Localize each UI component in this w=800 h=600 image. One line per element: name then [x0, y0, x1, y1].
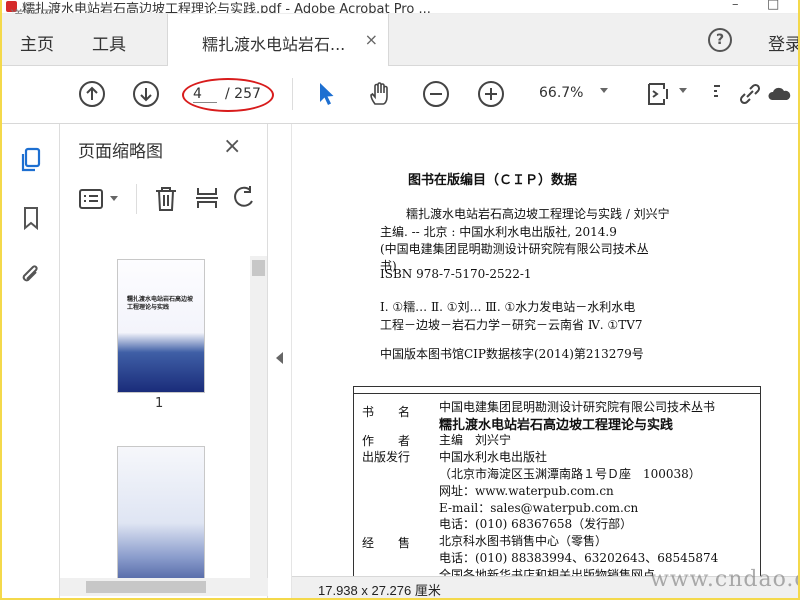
bookmark-icon: [24, 207, 38, 231]
cip-line: (中国电建集团昆明勘测设计研究院有限公司技术丛: [380, 242, 649, 256]
acrobat-window: 糯扎渡水电站岩石高边坡工程理论与实践.pdf - Adobe Acrobat P…: [2, 0, 798, 598]
plus-circle-icon: [478, 81, 504, 107]
page-dimensions: 17.938 x 27.276 厘米: [318, 583, 441, 598]
table-row-value: 全国各地新华书店和相关出版物销售网点: [439, 568, 656, 576]
minus-circle-icon: [423, 81, 449, 107]
menu-home[interactable]: 主页: [20, 30, 54, 55]
navigation-rail: [2, 124, 60, 598]
collapse-arrow-icon: [276, 352, 283, 364]
zoom-out-button[interactable]: [420, 78, 452, 110]
thumbnail-page-label: 1: [155, 396, 164, 411]
toolbar-divider: [292, 78, 293, 110]
table-row-label: 出版发行: [362, 450, 411, 464]
pdf-page: 图书在版编目（ＣＩＰ）数据 糯扎渡水电站岩石高边坡工程理论与实践 / 刘兴宁 主…: [292, 124, 798, 576]
table-row-value: 主编 刘兴宁: [439, 433, 512, 447]
hand-tool-button[interactable]: [364, 78, 396, 110]
fit-page-icon: [648, 83, 668, 105]
cip-line: 主编. -- 北京 : 中国水利水电出版社, 2014.9: [380, 225, 617, 239]
panel-collapse-handle[interactable]: [268, 124, 292, 598]
tab-close-icon[interactable]: ×: [365, 30, 378, 49]
table-row-value: 电话：(010) 68367658（发行部）: [439, 517, 633, 531]
paperclip-icon: [22, 265, 38, 282]
panel-divider: [136, 184, 137, 214]
menu-bar: 主页 工具 糯扎渡水电站岩石... × ? 登录: [2, 14, 798, 66]
thumbnail-vertical-scrollbar[interactable]: [250, 256, 267, 578]
link-tool-button[interactable]: [734, 78, 766, 110]
rotate-icon[interactable]: [232, 184, 258, 212]
table-row-value: （北京市海淀区玉渊潭南路１号Ｄ座 100038）: [439, 467, 701, 481]
cip-line: Ⅰ. ①糯… Ⅱ. ①刘… Ⅲ. ①水力发电站－水利水电: [380, 300, 636, 314]
thumbnail-horizontal-scrollbar[interactable]: [60, 578, 268, 596]
table-row-label: 作 者: [362, 434, 411, 448]
thumbnail-page-2[interactable]: [117, 446, 205, 578]
help-icon[interactable]: ?: [708, 28, 732, 52]
table-row-value: 中国水利水电出版社: [439, 450, 548, 464]
document-view[interactable]: 图书在版编目（ＣＩＰ）数据 糯扎渡水电站岩石高边坡工程理论与实践 / 刘兴宁 主…: [292, 124, 798, 576]
table-row-label: 书 名: [362, 405, 411, 419]
select-tool-button[interactable]: [310, 78, 342, 110]
panel-toolbar: [60, 176, 268, 222]
scrollbar-thumb[interactable]: [252, 260, 265, 276]
fit-page-button[interactable]: [642, 78, 674, 110]
hand-icon: [370, 82, 388, 105]
minimize-button[interactable]: –: [732, 0, 739, 12]
comment-icon: [714, 85, 720, 97]
document-tab-label: 糯扎渡水电站岩石...: [202, 35, 346, 54]
cip-line: 工程－边坡－岩石力学－研究－云南省 Ⅳ. ①TV7: [380, 318, 643, 332]
next-page-button[interactable]: [130, 78, 162, 110]
arrow-down-circle-icon: [133, 81, 159, 107]
window-title: 糯扎渡水电站岩石高边坡工程理论与实践.pdf - Adobe Acrobat P…: [22, 2, 431, 14]
trash-icon[interactable]: [153, 184, 179, 212]
previous-page-button[interactable]: [76, 78, 108, 110]
panel-close-icon[interactable]: ×: [223, 134, 241, 159]
chevron-down-icon[interactable]: [110, 196, 118, 201]
comment-tool-button[interactable]: [702, 78, 734, 110]
cloud-button[interactable]: [764, 78, 796, 110]
panel-title: 页面缩略图: [78, 142, 163, 162]
attachments-button[interactable]: [17, 260, 45, 288]
page-thumbnails-button[interactable]: [17, 146, 45, 174]
document-tab[interactable]: 糯扎渡水电站岩石... ×: [167, 14, 389, 66]
thumbnail-list: 糯扎渡水电站岩石高边坡工程理论与实践 1: [60, 256, 250, 578]
cursor-arrow-icon: [320, 83, 334, 105]
publication-info-table: 书 名 中国电建集团昆明勘测设计研究院有限公司技术丛书 糯扎渡水电站岩石高边坡工…: [353, 386, 761, 576]
cip-line: ISBN 978-7-5170-2522-1: [380, 267, 532, 281]
table-row-value: 电话：(010) 88383994、63202643、68545874: [439, 551, 719, 565]
bookmarks-button[interactable]: [17, 204, 45, 232]
title-bar: 糯扎渡水电站岩石高边坡工程理论与实践.pdf - Adobe Acrobat P…: [2, 0, 798, 14]
table-row-value: 网址：www.waterpub.com.cn: [439, 484, 614, 498]
chevron-down-icon[interactable]: [600, 88, 608, 93]
thumbnail-cover-title: 糯扎渡水电站岩石高边坡工程理论与实践: [127, 296, 194, 311]
link-icon: [739, 83, 761, 105]
table-row-label: 经 售: [362, 536, 411, 550]
thumbnail-page-1[interactable]: 糯扎渡水电站岩石高边坡工程理论与实践: [117, 259, 205, 393]
zoom-in-button[interactable]: [475, 78, 507, 110]
page-number-highlight: [182, 78, 274, 112]
cip-line: 糯扎渡水电站岩石高边坡工程理论与实践 / 刘兴宁: [406, 207, 670, 221]
table-row-value: 北京科水图书销售中心（零售）: [439, 534, 608, 548]
watermark-bottom: www.cndao.com: [650, 567, 798, 592]
table-rule: [354, 393, 760, 394]
cloud-icon: [768, 87, 791, 100]
chevron-down-icon[interactable]: [679, 88, 687, 93]
insert-pages-icon[interactable]: [194, 184, 220, 212]
thumbnail-panel: 页面缩略图 × 糯扎渡水电站岩石高边坡工程理论与实践 1: [60, 124, 268, 598]
cip-heading: 图书在版编目（ＣＩＰ）数据: [408, 173, 578, 188]
pages-icon: [21, 147, 41, 172]
toolbar: 4 / 257 66.7%: [2, 66, 798, 124]
zoom-level-dropdown[interactable]: 66.7%: [539, 85, 583, 101]
scrollbar-thumb[interactable]: [86, 581, 206, 593]
table-row-value: 中国电建集团昆明勘测设计研究院有限公司技术丛书: [439, 400, 716, 414]
arrow-up-circle-icon: [79, 81, 105, 107]
cip-line: 中国版本图书馆CIP数据核字(2014)第213279号: [380, 347, 644, 361]
menu-tools[interactable]: 工具: [92, 30, 126, 55]
login-link[interactable]: 登录: [768, 30, 798, 55]
thumbnail-options-icon[interactable]: [78, 186, 104, 212]
maximize-button[interactable]: □: [767, 0, 779, 12]
table-row-value: E-mail：sales@waterpub.com.cn: [439, 501, 639, 515]
